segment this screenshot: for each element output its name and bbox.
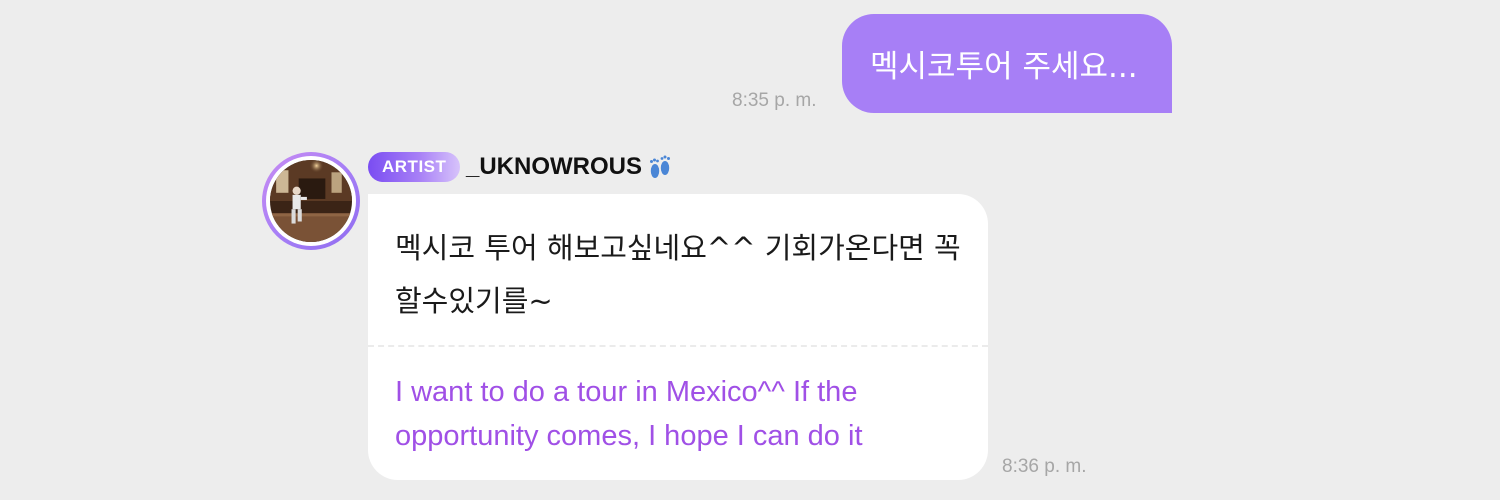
- incoming-message-bubble[interactable]: 멕시코 투어 해보고싶네요^^ 기회가온다면 꼭할수있기를~ I want to…: [368, 194, 988, 480]
- sender-name-row[interactable]: _UKNOWROUS: [466, 152, 675, 182]
- chat-screen: 8:35 p. m. 멕시코투어 주세요... ARTIST _UKNOWROU…: [0, 0, 1500, 500]
- artist-avatar[interactable]: [262, 152, 360, 250]
- incoming-timestamp: 8:36 p. m.: [1002, 456, 1087, 477]
- artist-badge: ARTIST: [368, 152, 460, 182]
- avatar-frame: [266, 156, 356, 246]
- translated-message-text: I want to do a tour in Mexico^^ If the o…: [395, 376, 863, 452]
- footprints-icon: [650, 155, 671, 178]
- translation-divider: [368, 345, 988, 347]
- original-message-text: 멕시코 투어 해보고싶네요^^ 기회가온다면 꼭할수있기를~: [395, 231, 961, 318]
- outgoing-message-text: 멕시코투어 주세요...: [870, 49, 1138, 85]
- sender-name: _UKNOWROUS: [466, 153, 643, 180]
- outgoing-timestamp: 8:35 p. m.: [732, 90, 817, 111]
- outgoing-message-bubble[interactable]: 멕시코투어 주세요...: [842, 14, 1172, 113]
- avatar-photo: [270, 160, 352, 242]
